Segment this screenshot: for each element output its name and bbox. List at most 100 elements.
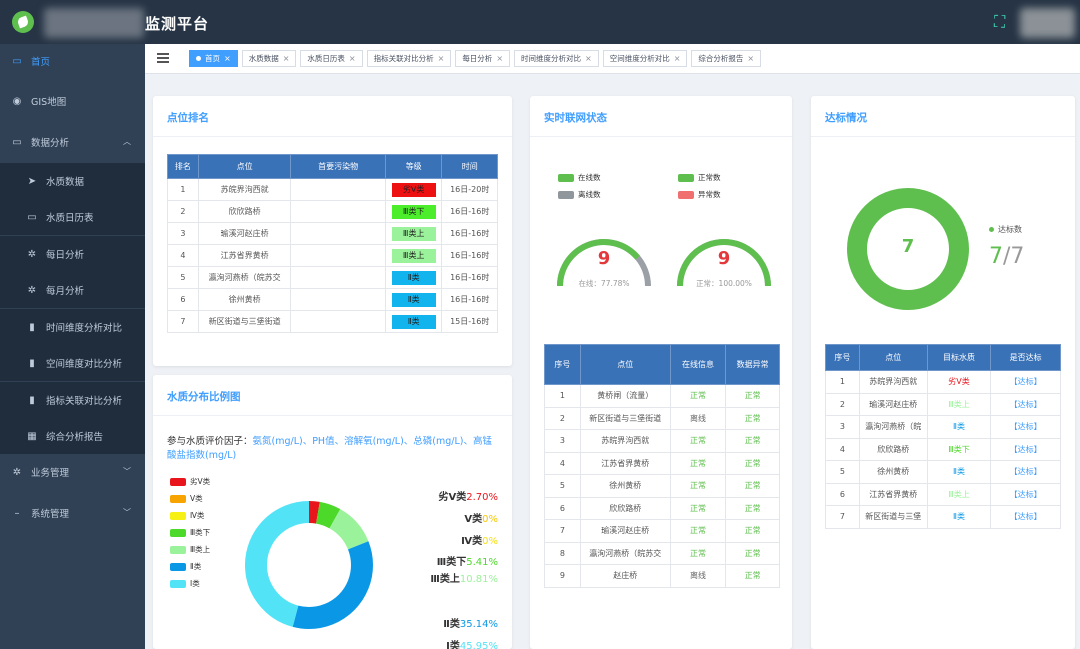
table-row[interactable]: 6 江苏省界黄桥 Ⅲ类上 【达标】 xyxy=(825,482,1061,506)
legend-item[interactable]: Ⅴ类 xyxy=(170,490,210,507)
sidebar-item-4[interactable]: ▭ 水质日历表 xyxy=(0,199,145,235)
legend-item[interactable]: 劣Ⅴ类 xyxy=(170,473,210,490)
fullscreen-icon[interactable]: ⛶ xyxy=(994,14,1010,30)
close-icon[interactable]: × xyxy=(674,54,681,63)
sidebar-item-5[interactable]: ✲ 每日分析 xyxy=(0,236,145,272)
sidebar-item-7[interactable]: ▮ 时间维度分析对比 xyxy=(0,309,145,345)
pollutant-cell xyxy=(290,288,386,311)
table-row[interactable]: 6 徐州黄桥 Ⅱ类 16日-16时 xyxy=(167,288,498,311)
table-row[interactable]: 1 黄桥闸（流量） 正常 正常 xyxy=(544,384,780,408)
close-icon[interactable]: × xyxy=(585,54,592,63)
sidebar-item-6[interactable]: ✲ 每月分析 xyxy=(0,272,145,308)
tab-1[interactable]: 水质数据 × xyxy=(241,50,297,67)
ratio-label: Ⅲ类下 xyxy=(436,557,467,568)
tab-label: 时间维度分析对比 xyxy=(521,54,582,63)
tab-0[interactable]: 首页 × xyxy=(189,50,238,67)
tabs-bar: 首页 × 水质数据 × 水质日历表 × 指标关联对比分析 × 每日分析 × 时间维度分析对比 × 空间维… xyxy=(145,44,1080,74)
close-icon[interactable]: × xyxy=(224,54,231,63)
table-row[interactable]: 5 瀛洵河燕桥（皖苏交 Ⅱ类 16日-16时 xyxy=(167,266,498,289)
target-quality-cell: Ⅲ类下 xyxy=(926,437,992,461)
target-quality-cell: Ⅲ类上 xyxy=(926,482,992,506)
table-row[interactable]: 9 赵庄桥 离线 正常 xyxy=(544,564,780,588)
table-row[interactable]: 4 江苏省界黄桥 Ⅲ类上 16日-16时 xyxy=(167,244,498,267)
legend-item[interactable]: 正常数 xyxy=(678,170,768,185)
table-row[interactable]: 3 瀛洵河燕桥（皖 Ⅱ类 【达标】 xyxy=(825,415,1061,439)
ratio-label: Ⅴ类 xyxy=(464,514,483,525)
time-cell: 16日-16时 xyxy=(441,200,498,223)
legend-item[interactable]: 在线数 xyxy=(558,170,678,185)
pollutant-cell xyxy=(290,244,386,267)
table-row[interactable]: 3 苏皖界泃西就 正常 正常 xyxy=(544,429,780,453)
column-header: 时间 xyxy=(441,154,498,179)
online-status-cell: 正常 xyxy=(669,519,727,543)
sidebar-item-2[interactable]: ▭ 数据分析 ︿ xyxy=(0,125,145,159)
table-row[interactable]: 5 徐州黄桥 正常 正常 xyxy=(544,474,780,498)
close-icon[interactable]: × xyxy=(438,54,445,63)
tab-2[interactable]: 水质日历表 × xyxy=(300,50,363,67)
table-row[interactable]: 1 苏皖界泃西就 劣Ⅴ类 16日-20时 xyxy=(167,178,498,201)
table-row[interactable]: 7 新区街道与三堡街道 Ⅱ类 15日-16时 xyxy=(167,310,498,333)
table-row[interactable]: 8 瀛洵河燕桥（皖苏交 正常 正常 xyxy=(544,541,780,565)
legend-item[interactable]: Ⅲ类下 xyxy=(170,524,210,541)
site-cell: 新区街道与三堡 xyxy=(858,505,928,529)
sidebar-item-11[interactable]: ✲ 业务管理 ﹀ xyxy=(0,455,145,489)
close-icon[interactable]: × xyxy=(349,54,356,63)
site-cell: 江苏省界黄桥 xyxy=(579,451,671,475)
close-icon[interactable]: × xyxy=(747,54,754,63)
sidebar-item-12[interactable]: – 系统管理 ﹀ xyxy=(0,496,145,530)
table-row[interactable]: 5 徐州黄桥 Ⅱ类 【达标】 xyxy=(825,460,1061,484)
site-cell: 黄桥闸（流量） xyxy=(579,384,671,408)
hamburger-icon[interactable] xyxy=(157,53,169,63)
sidebar-item-label: 数据分析 xyxy=(31,138,70,149)
index-cell: 6 xyxy=(544,496,581,520)
grade-cell: 劣Ⅴ类 xyxy=(384,178,443,201)
table-row[interactable]: 7 瑜溪河赵庄桥 正常 正常 xyxy=(544,519,780,543)
table-row[interactable]: 6 欣欣路桥 正常 正常 xyxy=(544,496,780,520)
legend-item[interactable]: 异常数 xyxy=(678,187,768,202)
sidebar-item-10[interactable]: ▦ 综合分析报告 xyxy=(0,418,145,454)
tab-6[interactable]: 空间维度分析对比 × xyxy=(602,50,688,67)
online-status-cell: 正常 xyxy=(669,451,727,475)
ratio-item: Ⅲ类下5.41% xyxy=(403,553,498,568)
time-cell: 16日-16时 xyxy=(441,222,498,245)
close-icon[interactable]: × xyxy=(496,54,503,63)
tab-label: 水质日历表 xyxy=(307,54,345,63)
app-title: 监测平台 xyxy=(145,15,210,33)
table-row[interactable]: 4 江苏省界黄桥 正常 正常 xyxy=(544,451,780,475)
sidebar-item-9[interactable]: ▮ 指标关联对比分析 xyxy=(0,382,145,418)
tab-3[interactable]: 指标关联对比分析 × xyxy=(366,50,452,67)
table-row[interactable]: 2 瑜溪河赵庄桥 Ⅲ类上 【达标】 xyxy=(825,392,1061,416)
legend-item[interactable]: Ⅰ类 xyxy=(170,575,210,592)
rank-cell: 2 xyxy=(167,200,199,223)
ratio-label: 劣Ⅴ类 xyxy=(438,492,467,503)
sidebar-item-8[interactable]: ▮ 空间维度对比分析 xyxy=(0,345,145,381)
table-row[interactable]: 1 苏皖界泃西就 劣Ⅴ类 【达标】 xyxy=(825,370,1061,394)
table-row[interactable]: 7 新区街道与三堡 Ⅱ类 【达标】 xyxy=(825,505,1061,529)
close-icon[interactable]: × xyxy=(283,54,290,63)
legend-item[interactable]: Ⅱ类 xyxy=(170,558,210,575)
grade-badge: 劣Ⅴ类 xyxy=(391,182,436,197)
index-cell: 1 xyxy=(825,370,860,394)
gear-icon: ✲ xyxy=(27,248,37,260)
table-row[interactable]: 2 欣欣路桥 Ⅲ类下 16日-16时 xyxy=(167,200,498,223)
tab-7[interactable]: 综合分析报告 × xyxy=(691,50,762,67)
column-header: 首要污染物 xyxy=(290,154,386,179)
legend-label: Ⅰ类 xyxy=(190,579,200,588)
legend-item[interactable]: Ⅲ类上 xyxy=(170,541,210,558)
user-avatar[interactable] xyxy=(1020,8,1075,38)
grade-cell: Ⅱ类 xyxy=(384,288,443,311)
table-row[interactable]: 2 新区街道与三堡街道 离线 正常 xyxy=(544,406,780,430)
send-icon: ➤ xyxy=(27,175,37,187)
legend-label: Ⅲ类上 xyxy=(190,545,211,554)
table-row[interactable]: 3 瑜溪河赵庄桥 Ⅲ类上 16日-16时 xyxy=(167,222,498,245)
tab-5[interactable]: 时间维度分析对比 × xyxy=(514,50,599,67)
sidebar-item-3[interactable]: ➤ 水质数据 xyxy=(0,163,145,199)
legend-item[interactable]: Ⅳ类 xyxy=(170,507,210,524)
table-row[interactable]: 4 欣欣路桥 Ⅲ类下 【达标】 xyxy=(825,437,1061,461)
legend-item[interactable]: 离线数 xyxy=(558,187,678,202)
tab-4[interactable]: 每日分析 × xyxy=(455,50,511,67)
sidebar-item-1[interactable]: ◉ GIS地图 xyxy=(0,84,145,118)
sidebar-item-0[interactable]: ▭ 首页 xyxy=(0,44,145,78)
data-status-cell: 正常 xyxy=(725,451,780,475)
site-cell: 苏皖界泃西就 xyxy=(197,178,292,201)
